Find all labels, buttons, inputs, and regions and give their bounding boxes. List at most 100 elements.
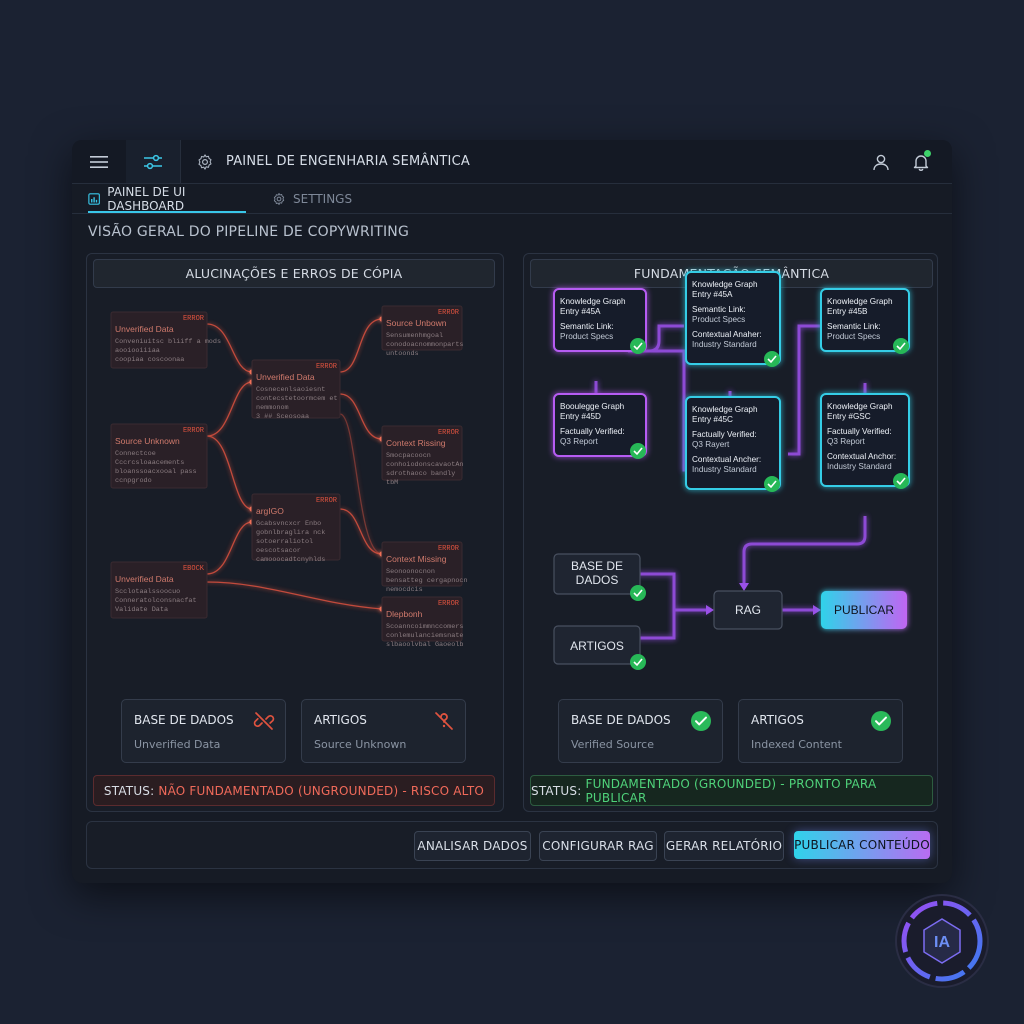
error-node[interactable]: ERRORUnverified Data Cosnecenlsaoiesntcon… [251,359,341,421]
knowledge-graph-node[interactable]: Knowledge GraphEntry #45A Semantic Link:P… [685,271,781,367]
ungrounded-status-bar: STATUS: NÃO FUNDAMENTADO (UNGROUNDED) - … [93,775,495,806]
error-node-line: conhoiodonscavaotAn [386,461,464,469]
kg-node-text: Q3 Report [827,437,865,446]
user-button[interactable] [866,140,896,183]
error-tag: ERROR [183,427,205,435]
articles-card-indexed[interactable]: ARTIGOS Indexed Content [738,699,903,763]
kg-node-text: Entry #45A [692,290,733,299]
error-node-title: Source Unbown [386,318,447,328]
menu-button[interactable] [72,140,127,183]
kg-node-text: Industry Standard [692,340,757,349]
error-tag: ERROR [438,600,460,608]
db-card-verified[interactable]: BASE DE DADOS Verified Source [558,699,723,763]
knowledge-graph-node[interactable]: Knowledge GraphEntry #GSC Factually Verif… [820,393,910,489]
error-node[interactable]: ERRORContext Missing Seonoonocnonbensatte… [381,541,468,594]
error-node-line: Scoanncoimmnccomers [386,623,464,631]
error-node-line: tbM [386,479,398,487]
error-node[interactable]: ERRORSource Unknown ConnectcoeCccrcsloaac… [110,423,208,489]
tab-settings[interactable]: SETTINGS [272,184,352,213]
error-node[interactable]: EBOCK Unverified Data ScclotaalssoocuoConn… [110,561,208,619]
knowledge-graph-node[interactable]: Knowledge GraphEntry #45B Semantic Link:P… [820,288,910,354]
generate-report-button[interactable]: GERAR RELATÓRIO [664,831,784,861]
error-tag: ERROR [183,315,205,323]
error-node[interactable]: ERRORContext Rissing Smocpacoocnconhoiodo… [381,425,464,487]
error-tag: ERROR [316,497,338,505]
check-circle-icon [630,443,646,459]
knowledge-graph-node[interactable]: Knowledge GraphEntry #45C Factually Verif… [685,396,781,492]
kg-node-text: Industry Standard [827,462,892,471]
error-node-line: Validate Data [115,606,168,614]
kg-node-text: Knowledge Graph [692,405,758,414]
notification-dot [924,150,931,157]
check-circle-icon [764,476,780,492]
unverified-document-icon [435,712,453,730]
articles-card-unknown[interactable]: ARTIGOS Source Unknown [301,699,466,763]
db-card-unverified[interactable]: BASE DE DADOS Unverified Data [121,699,286,763]
status-label: STATUS: [531,783,582,798]
error-node[interactable]: ERROR argIGO Gcabsvncxcr Enbogobnlbraglira… [251,493,341,564]
error-node-line: aooiooiiiaa [115,347,160,355]
error-node-line: bloanssoacxooal pass [115,468,197,476]
user-icon [873,154,889,170]
pipeline-source-db-label: BASE DE DADOS [571,559,623,587]
kg-node-text: Entry #45B [827,307,868,316]
notifications-button[interactable] [906,140,936,183]
pipeline-publish-label: PUBLICAR [834,603,894,617]
error-node-line: nemocdcis [386,586,423,594]
kg-node-text: Entry #45C [692,415,733,424]
action-bar: ANALISAR DADOS CONFIGURAR RAG GERAR RELA… [86,821,938,869]
error-node-line: Smocpacoocn [386,452,431,460]
error-node-line: oescotsacor [256,547,301,555]
pipeline-rag-node[interactable]: RAG [713,590,783,630]
error-node-line: Conneratolconsnacfat [115,597,197,605]
error-node-title: Context Missing [386,554,447,564]
gear-icon [273,192,285,205]
error-node-line: ccnpgrodo [115,477,152,485]
error-tag: ERROR [438,545,460,553]
pipeline-source-db[interactable]: BASE DE DADOS [553,553,646,601]
error-node-title: Context Rissing [386,438,446,448]
pipeline-db-line1: BASE DE [571,559,623,573]
error-flow-diagram: ERRORUnverified DataConveniuitsc bliiff … [110,305,468,649]
kg-node-text: Semantic Link: [560,322,614,331]
tab-ui-dashboard-label: PAINEL DE UI DASHBOARD [107,184,186,213]
articles-card-subtitle: Source Unknown [314,738,407,751]
ungrounded-status-value: NÃO FUNDAMENTADO (UNGROUNDED) - RISCO AL… [158,783,485,798]
error-node-title: Unverified Data [115,574,174,584]
section-title: VISÃO GERAL DO PIPELINE DE COPYWRITING [88,224,410,240]
db-card-title: BASE DE DADOS [571,713,671,727]
knowledge-graph-node[interactable]: Knowledge GraphEntry #45A Semantic Link:P… [553,288,647,354]
status-label: STATUS: [103,783,155,798]
error-node[interactable]: ERRORSource Unbown Sensumenhmgoalconodoac… [381,305,464,358]
error-node-line: sotoerraliotol [256,538,313,546]
pipeline-publish-button[interactable]: PUBLICAR [821,591,907,629]
error-node[interactable]: ERROR Dlepbonh Scoanncoimmnccomersconlemul… [381,596,464,649]
error-node-line: Gcabsvncxcr Enbo [256,520,321,528]
kg-node-text: Product Specs [560,332,613,341]
error-node-line: conlemulanciemsnate [386,632,464,640]
db-card-title: BASE DE DADOS [134,713,234,727]
error-node[interactable]: ERROR Unverified Data Conveniuitsc bliiff … [110,311,221,369]
error-node-line: sdrothaoco bandly [386,470,455,478]
publish-content-button[interactable]: PUBLICAR CONTEÚDO [794,831,930,859]
error-node-line: camooocadtcnyhlds [256,556,325,564]
kg-node-text: Contextual Ancher: [692,455,761,464]
kg-node-text: Entry #45D [560,412,601,421]
analyze-data-button[interactable]: ANALISAR DADOS [414,831,531,861]
tab-ui-dashboard[interactable]: PAINEL DE UI DASHBOARD [88,184,246,213]
knowledge-graph-node[interactable]: Booulegge GraphEntry #45D Factually Verif… [553,393,647,459]
check-circle-icon [893,473,909,489]
kg-node-text: Knowledge Graph [560,297,626,306]
pipeline-db-line2: DADOS [576,573,619,587]
error-node-line: nemmonom [256,404,289,412]
error-node-line: bensatteg cergapnocn [386,577,468,585]
app-window: PAINEL DE ENGENHARIA SEMÂNTICA PAINEL DE… [72,140,952,883]
pipeline-articles-label: ARTIGOS [570,639,624,653]
check-circle-icon [871,711,891,731]
configure-rag-button[interactable]: CONFIGURAR RAG [539,831,657,861]
filter-button[interactable] [126,140,181,183]
grounded-status-bar: STATUS: FUNDAMENTADO (GROUNDED) - PRONTO… [530,775,933,806]
grounded-status-value: FUNDAMENTADO (GROUNDED) - PRONTO PARA PU… [585,776,877,805]
hallucinations-panel: ALUCINAÇÕES E ERROS DE CÓPIA ERROR Unver… [86,253,504,812]
pipeline-source-articles[interactable]: ARTIGOS [553,625,646,670]
